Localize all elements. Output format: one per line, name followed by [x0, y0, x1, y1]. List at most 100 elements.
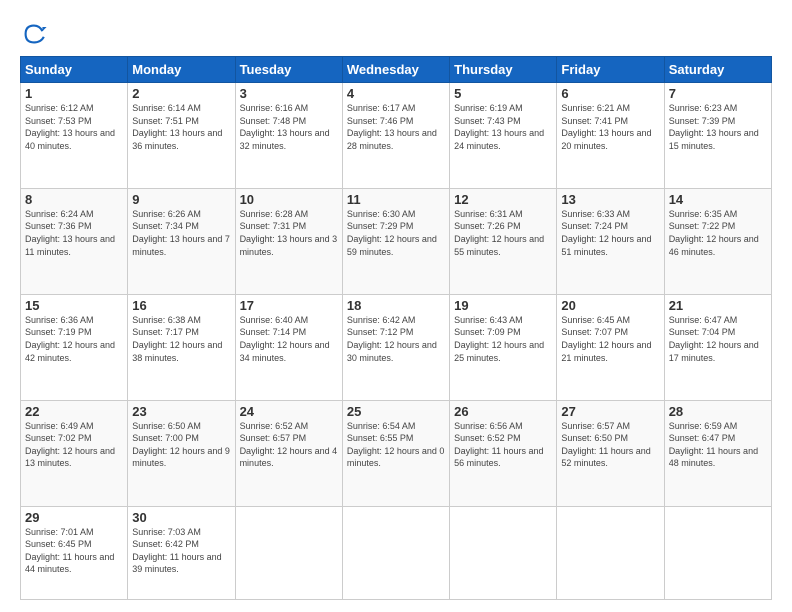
calendar-week-2: 8Sunrise: 6:24 AMSunset: 7:36 PMDaylight… — [21, 188, 772, 294]
day-number: 24 — [240, 404, 338, 419]
day-info: Sunrise: 6:45 AMSunset: 7:07 PMDaylight:… — [561, 314, 659, 364]
calendar-cell: 19Sunrise: 6:43 AMSunset: 7:09 PMDayligh… — [450, 294, 557, 400]
calendar-cell: 3Sunrise: 6:16 AMSunset: 7:48 PMDaylight… — [235, 83, 342, 189]
day-number: 5 — [454, 86, 552, 101]
calendar-body: 1Sunrise: 6:12 AMSunset: 7:53 PMDaylight… — [21, 83, 772, 600]
calendar-cell: 4Sunrise: 6:17 AMSunset: 7:46 PMDaylight… — [342, 83, 449, 189]
day-info: Sunrise: 6:52 AMSunset: 6:57 PMDaylight:… — [240, 420, 338, 470]
calendar-cell: 11Sunrise: 6:30 AMSunset: 7:29 PMDayligh… — [342, 188, 449, 294]
calendar-cell — [664, 506, 771, 599]
header-cell-saturday: Saturday — [664, 57, 771, 83]
logo-icon — [20, 20, 48, 48]
day-number: 21 — [669, 298, 767, 313]
day-info: Sunrise: 6:56 AMSunset: 6:52 PMDaylight:… — [454, 420, 552, 470]
day-number: 18 — [347, 298, 445, 313]
day-info: Sunrise: 6:36 AMSunset: 7:19 PMDaylight:… — [25, 314, 123, 364]
day-info: Sunrise: 6:24 AMSunset: 7:36 PMDaylight:… — [25, 208, 123, 258]
header-cell-monday: Monday — [128, 57, 235, 83]
day-info: Sunrise: 6:31 AMSunset: 7:26 PMDaylight:… — [454, 208, 552, 258]
calendar-cell: 8Sunrise: 6:24 AMSunset: 7:36 PMDaylight… — [21, 188, 128, 294]
calendar-cell: 22Sunrise: 6:49 AMSunset: 7:02 PMDayligh… — [21, 400, 128, 506]
day-number: 20 — [561, 298, 659, 313]
day-number: 17 — [240, 298, 338, 313]
day-info: Sunrise: 6:38 AMSunset: 7:17 PMDaylight:… — [132, 314, 230, 364]
calendar-cell: 29Sunrise: 7:01 AMSunset: 6:45 PMDayligh… — [21, 506, 128, 599]
day-number: 19 — [454, 298, 552, 313]
day-number: 14 — [669, 192, 767, 207]
header-cell-thursday: Thursday — [450, 57, 557, 83]
day-info: Sunrise: 6:40 AMSunset: 7:14 PMDaylight:… — [240, 314, 338, 364]
calendar-cell — [235, 506, 342, 599]
day-info: Sunrise: 6:35 AMSunset: 7:22 PMDaylight:… — [669, 208, 767, 258]
day-info: Sunrise: 6:14 AMSunset: 7:51 PMDaylight:… — [132, 102, 230, 152]
calendar-cell: 9Sunrise: 6:26 AMSunset: 7:34 PMDaylight… — [128, 188, 235, 294]
day-info: Sunrise: 7:03 AMSunset: 6:42 PMDaylight:… — [132, 526, 230, 576]
day-number: 22 — [25, 404, 123, 419]
day-info: Sunrise: 7:01 AMSunset: 6:45 PMDaylight:… — [25, 526, 123, 576]
calendar-cell: 20Sunrise: 6:45 AMSunset: 7:07 PMDayligh… — [557, 294, 664, 400]
day-number: 26 — [454, 404, 552, 419]
day-info: Sunrise: 6:30 AMSunset: 7:29 PMDaylight:… — [347, 208, 445, 258]
day-number: 7 — [669, 86, 767, 101]
day-number: 15 — [25, 298, 123, 313]
calendar-cell: 21Sunrise: 6:47 AMSunset: 7:04 PMDayligh… — [664, 294, 771, 400]
day-info: Sunrise: 6:49 AMSunset: 7:02 PMDaylight:… — [25, 420, 123, 470]
day-number: 8 — [25, 192, 123, 207]
calendar-cell: 26Sunrise: 6:56 AMSunset: 6:52 PMDayligh… — [450, 400, 557, 506]
day-number: 9 — [132, 192, 230, 207]
day-number: 23 — [132, 404, 230, 419]
day-info: Sunrise: 6:19 AMSunset: 7:43 PMDaylight:… — [454, 102, 552, 152]
day-number: 10 — [240, 192, 338, 207]
day-number: 1 — [25, 86, 123, 101]
calendar-cell: 12Sunrise: 6:31 AMSunset: 7:26 PMDayligh… — [450, 188, 557, 294]
day-number: 28 — [669, 404, 767, 419]
day-number: 6 — [561, 86, 659, 101]
header-cell-sunday: Sunday — [21, 57, 128, 83]
day-info: Sunrise: 6:59 AMSunset: 6:47 PMDaylight:… — [669, 420, 767, 470]
day-info: Sunrise: 6:28 AMSunset: 7:31 PMDaylight:… — [240, 208, 338, 258]
calendar-cell: 6Sunrise: 6:21 AMSunset: 7:41 PMDaylight… — [557, 83, 664, 189]
calendar-cell: 23Sunrise: 6:50 AMSunset: 7:00 PMDayligh… — [128, 400, 235, 506]
day-info: Sunrise: 6:43 AMSunset: 7:09 PMDaylight:… — [454, 314, 552, 364]
day-number: 27 — [561, 404, 659, 419]
day-info: Sunrise: 6:54 AMSunset: 6:55 PMDaylight:… — [347, 420, 445, 470]
calendar-cell: 2Sunrise: 6:14 AMSunset: 7:51 PMDaylight… — [128, 83, 235, 189]
day-number: 11 — [347, 192, 445, 207]
calendar-cell: 28Sunrise: 6:59 AMSunset: 6:47 PMDayligh… — [664, 400, 771, 506]
calendar-cell: 24Sunrise: 6:52 AMSunset: 6:57 PMDayligh… — [235, 400, 342, 506]
day-info: Sunrise: 6:26 AMSunset: 7:34 PMDaylight:… — [132, 208, 230, 258]
calendar-cell: 25Sunrise: 6:54 AMSunset: 6:55 PMDayligh… — [342, 400, 449, 506]
day-number: 2 — [132, 86, 230, 101]
header — [20, 16, 772, 48]
header-cell-tuesday: Tuesday — [235, 57, 342, 83]
calendar-cell: 15Sunrise: 6:36 AMSunset: 7:19 PMDayligh… — [21, 294, 128, 400]
calendar-cell: 30Sunrise: 7:03 AMSunset: 6:42 PMDayligh… — [128, 506, 235, 599]
calendar-cell: 27Sunrise: 6:57 AMSunset: 6:50 PMDayligh… — [557, 400, 664, 506]
day-number: 3 — [240, 86, 338, 101]
calendar-cell: 10Sunrise: 6:28 AMSunset: 7:31 PMDayligh… — [235, 188, 342, 294]
day-info: Sunrise: 6:21 AMSunset: 7:41 PMDaylight:… — [561, 102, 659, 152]
day-info: Sunrise: 6:16 AMSunset: 7:48 PMDaylight:… — [240, 102, 338, 152]
header-cell-friday: Friday — [557, 57, 664, 83]
day-number: 12 — [454, 192, 552, 207]
calendar-cell: 7Sunrise: 6:23 AMSunset: 7:39 PMDaylight… — [664, 83, 771, 189]
calendar-cell — [557, 506, 664, 599]
day-info: Sunrise: 6:23 AMSunset: 7:39 PMDaylight:… — [669, 102, 767, 152]
calendar: SundayMondayTuesdayWednesdayThursdayFrid… — [20, 56, 772, 600]
day-number: 25 — [347, 404, 445, 419]
day-number: 30 — [132, 510, 230, 525]
page: SundayMondayTuesdayWednesdayThursdayFrid… — [0, 0, 792, 612]
day-info: Sunrise: 6:42 AMSunset: 7:12 PMDaylight:… — [347, 314, 445, 364]
day-info: Sunrise: 6:47 AMSunset: 7:04 PMDaylight:… — [669, 314, 767, 364]
day-info: Sunrise: 6:57 AMSunset: 6:50 PMDaylight:… — [561, 420, 659, 470]
calendar-cell: 17Sunrise: 6:40 AMSunset: 7:14 PMDayligh… — [235, 294, 342, 400]
day-number: 29 — [25, 510, 123, 525]
calendar-cell: 13Sunrise: 6:33 AMSunset: 7:24 PMDayligh… — [557, 188, 664, 294]
calendar-week-4: 22Sunrise: 6:49 AMSunset: 7:02 PMDayligh… — [21, 400, 772, 506]
header-row: SundayMondayTuesdayWednesdayThursdayFrid… — [21, 57, 772, 83]
day-info: Sunrise: 6:33 AMSunset: 7:24 PMDaylight:… — [561, 208, 659, 258]
day-info: Sunrise: 6:50 AMSunset: 7:00 PMDaylight:… — [132, 420, 230, 470]
day-number: 13 — [561, 192, 659, 207]
logo — [20, 20, 52, 48]
day-number: 16 — [132, 298, 230, 313]
